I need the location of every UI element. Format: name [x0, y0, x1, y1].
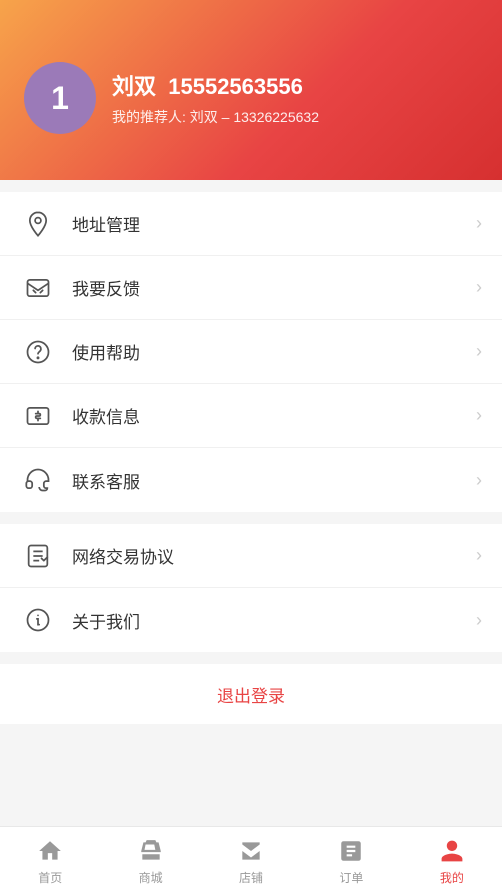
service-label: 联系客服 — [72, 468, 476, 493]
profile-header: 1 刘双 15552563556 我的推荐人: 刘双 – 13326225632 — [0, 0, 502, 180]
nav-item-mine[interactable]: 我的 — [402, 827, 502, 896]
help-icon — [20, 334, 56, 370]
avatar: 1 — [24, 62, 96, 134]
user-info: 刘双 15552563556 我的推荐人: 刘双 – 13326225632 — [112, 69, 319, 127]
nav-label-home: 首页 — [38, 869, 62, 886]
nav-item-store[interactable]: 店铺 — [201, 827, 301, 896]
menu-item-feedback[interactable]: 我要反馈 › — [0, 256, 502, 320]
logout-label: 退出登录 — [217, 682, 285, 707]
payment-icon — [20, 398, 56, 434]
payment-label: 收款信息 — [72, 403, 476, 428]
user-referrer: 我的推荐人: 刘双 – 13326225632 — [112, 107, 319, 127]
orders-icon — [337, 837, 365, 865]
feedback-icon — [20, 270, 56, 306]
nav-item-home[interactable]: 首页 — [0, 827, 100, 896]
service-icon — [20, 462, 56, 498]
menu-item-agreement[interactable]: 网络交易协议 › — [0, 524, 502, 588]
home-icon — [36, 837, 64, 865]
nav-item-orders[interactable]: 订单 — [301, 827, 401, 896]
menu-item-payment[interactable]: 收款信息 › — [0, 384, 502, 448]
menu-section-2: 网络交易协议 › 关于我们 › — [0, 524, 502, 652]
service-arrow: › — [476, 470, 482, 491]
menu-item-about[interactable]: 关于我们 › — [0, 588, 502, 652]
about-icon — [20, 602, 56, 638]
user-name-phone: 刘双 15552563556 — [112, 69, 319, 101]
mine-icon — [438, 837, 466, 865]
agreement-icon — [20, 538, 56, 574]
feedback-arrow: › — [476, 277, 482, 298]
menu-item-service[interactable]: 联系客服 › — [0, 448, 502, 512]
nav-label-orders: 订单 — [339, 869, 363, 886]
address-label: 地址管理 — [72, 211, 476, 236]
help-arrow: › — [476, 341, 482, 362]
store-icon — [237, 837, 265, 865]
feedback-label: 我要反馈 — [72, 275, 476, 300]
nav-label-store: 店铺 — [239, 869, 263, 886]
agreement-label: 网络交易协议 — [72, 543, 476, 568]
agreement-arrow: › — [476, 545, 482, 566]
logout-section[interactable]: 退出登录 — [0, 664, 502, 724]
nav-label-shop: 商城 — [139, 869, 163, 886]
nav-item-shop[interactable]: 商城 — [100, 827, 200, 896]
address-arrow: › — [476, 213, 482, 234]
menu-section-1: 地址管理 › 我要反馈 › 使用帮助 › — [0, 192, 502, 512]
bottom-nav: 首页 商城 店铺 订单 我的 — [0, 826, 502, 896]
menu-item-address[interactable]: 地址管理 › — [0, 192, 502, 256]
menu-item-help[interactable]: 使用帮助 › — [0, 320, 502, 384]
shop-icon — [137, 837, 165, 865]
help-label: 使用帮助 — [72, 339, 476, 364]
payment-arrow: › — [476, 405, 482, 426]
nav-label-mine: 我的 — [440, 869, 464, 886]
address-icon — [20, 206, 56, 242]
about-arrow: › — [476, 610, 482, 631]
about-label: 关于我们 — [72, 608, 476, 633]
